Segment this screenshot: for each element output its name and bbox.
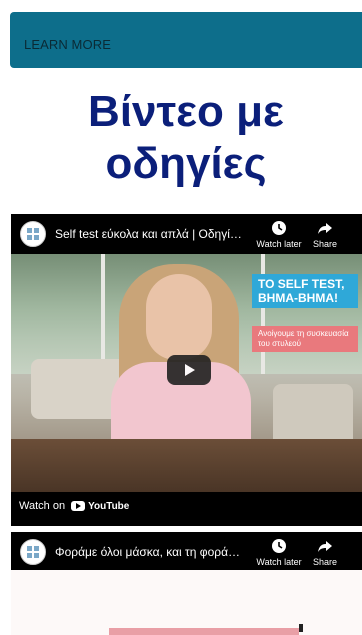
youtube-wordmark: YouTube (88, 500, 130, 512)
learn-more-link[interactable]: LEARN MORE (24, 37, 111, 52)
thumbnail-dark-mark (299, 624, 303, 632)
channel-logo-icon (27, 546, 39, 558)
video-header: Self test εύκολα και απλά | Οδηγίες ... … (11, 214, 362, 254)
play-button[interactable] (167, 355, 211, 385)
watch-on-youtube-button[interactable]: Watch on YouTube (11, 492, 138, 520)
youtube-play-icon (71, 501, 86, 511)
page-title-line-2: οδηγίες (105, 139, 267, 188)
page-title: Βίντεο με οδηγίες (10, 86, 362, 190)
channel-avatar[interactable] (20, 221, 46, 247)
video-title[interactable]: Φοράμε όλοι μάσκα, και τη φοράμε ... (55, 545, 245, 559)
page-title-line-1: Βίντεο με (88, 87, 284, 136)
thumbnail-table (11, 439, 362, 492)
thumbnail-title-badge: TO SELF TEST, ΒΗΜΑ-ΒΗΜΑ! (252, 274, 358, 308)
video-thumbnail-preview[interactable] (11, 570, 362, 635)
clock-icon (272, 220, 286, 235)
video-thumbnail[interactable]: TO SELF TEST, ΒΗΜΑ-ΒΗΜΑ! Ανοίγουμε τη συ… (11, 254, 362, 492)
video-title[interactable]: Self test εύκολα και απλά | Οδηγίες ... (55, 227, 245, 241)
share-button[interactable]: Share (305, 220, 345, 249)
thumbnail-subtitle-badge: Ανοίγουμε τη συσκευασία του στυλεού (252, 326, 358, 352)
watch-later-button[interactable]: Watch later (253, 538, 305, 567)
share-arrow-icon (318, 222, 332, 234)
clock-icon (272, 538, 286, 553)
channel-logo-icon (27, 228, 39, 240)
share-label: Share (312, 556, 338, 567)
watch-later-label: Watch later (256, 238, 302, 249)
video-embed-masks[interactable]: Φοράμε όλοι μάσκα, και τη φοράμε ... Wat… (11, 532, 362, 570)
thumbnail-presenter-face (146, 274, 212, 360)
page-top-edge (0, 0, 362, 10)
thumbnail-pink-strip (109, 628, 299, 635)
thumbnail-mullion (261, 254, 265, 374)
watch-later-button[interactable]: Watch later (253, 220, 305, 249)
play-icon (185, 364, 195, 376)
video-header: Φοράμε όλοι μάσκα, και τη φοράμε ... Wat… (11, 532, 362, 570)
youtube-logo: YouTube (71, 501, 129, 512)
share-label: Share (312, 238, 338, 249)
share-button[interactable]: Share (305, 538, 345, 567)
share-arrow-icon (318, 540, 332, 552)
channel-avatar[interactable] (20, 539, 46, 565)
video-embed-self-test[interactable]: Self test εύκολα και απλά | Οδηγίες ... … (11, 214, 362, 526)
watch-later-label: Watch later (256, 556, 302, 567)
watch-on-label: Watch on (19, 500, 66, 512)
thumbnail-mullion (101, 254, 105, 374)
learn-more-banner[interactable]: LEARN MORE (10, 12, 362, 68)
